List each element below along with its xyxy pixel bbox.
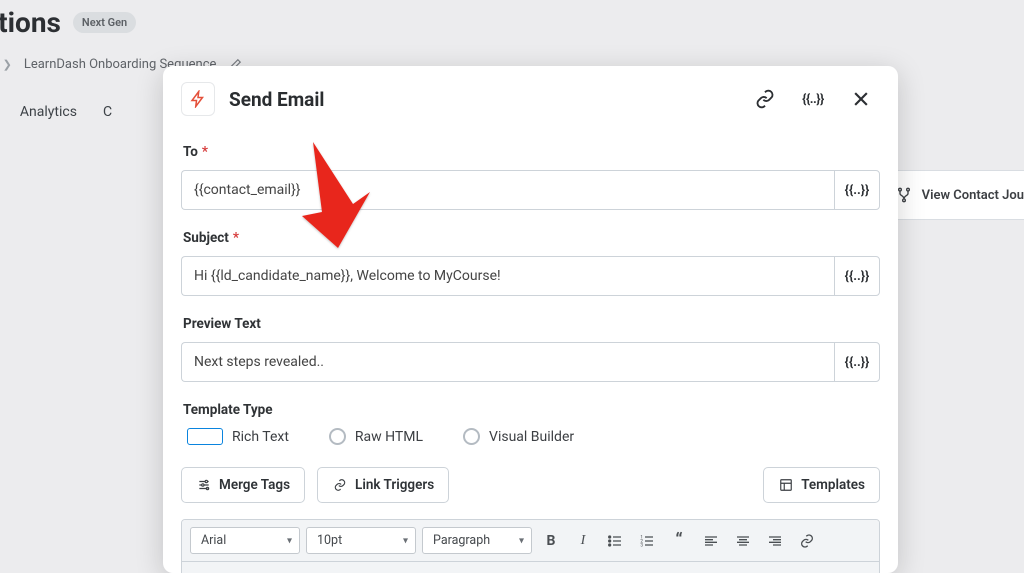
template-type-label: Template Type xyxy=(183,402,880,418)
link-icon xyxy=(332,478,347,493)
tab-c[interactable]: C xyxy=(103,104,112,133)
radio-raw-html[interactable]: Raw HTML xyxy=(329,428,423,445)
unlink-icon[interactable] xyxy=(190,567,216,573)
subject-input[interactable] xyxy=(181,256,834,296)
view-contact-journey-label: View Contact Jou xyxy=(922,188,1024,203)
code-icon[interactable] xyxy=(318,567,344,573)
to-merge-button[interactable]: {{..}} xyxy=(834,170,880,210)
subject-label: Subject* xyxy=(183,230,880,246)
align-center-icon[interactable] xyxy=(730,528,756,554)
bullet-list-icon[interactable] xyxy=(602,528,628,554)
svg-text:3: 3 xyxy=(640,542,643,548)
merge-tags-button[interactable]: Merge Tags xyxy=(181,467,305,503)
insert-link-icon[interactable] xyxy=(794,528,820,554)
bold-icon[interactable]: B xyxy=(538,528,564,554)
page-header: tomations Next Gen xyxy=(0,0,1024,49)
align-right-icon[interactable] xyxy=(762,528,788,554)
preview-text-label: Preview Text xyxy=(183,316,880,332)
layout-icon xyxy=(778,478,793,493)
italic-icon[interactable]: I xyxy=(570,528,596,554)
modal-body: To* {{..}} Subject* {{..}} Preview Text … xyxy=(163,134,898,573)
editor-toolbar-row-2 xyxy=(182,562,879,573)
next-gen-badge: Next Gen xyxy=(73,12,136,33)
modal-title: Send Email xyxy=(229,88,324,111)
font-size-select[interactable]: 10pt xyxy=(306,527,416,554)
view-contact-journey-button[interactable]: View Contact Jou xyxy=(881,170,1024,220)
subject-merge-button[interactable]: {{..}} xyxy=(834,256,880,296)
link-triggers-button[interactable]: Link Triggers xyxy=(317,467,449,503)
modal-header: Send Email {{..}} xyxy=(163,66,898,134)
blockquote-icon[interactable]: “ xyxy=(666,528,692,554)
radio-icon xyxy=(463,428,480,445)
block-format-select[interactable]: Paragraph xyxy=(422,527,532,554)
chevron-right-icon: ❯ xyxy=(3,58,12,71)
close-icon[interactable] xyxy=(848,86,874,112)
page-title: tomations xyxy=(0,6,61,39)
template-type-radios: Rich Text Raw HTML Visual Builder xyxy=(187,428,880,445)
templates-button[interactable]: Templates xyxy=(763,467,880,503)
font-family-select[interactable]: Arial xyxy=(190,527,300,554)
rich-text-editor: Arial 10pt Paragraph B I 123 “ xyxy=(181,519,880,573)
link-icon[interactable] xyxy=(752,86,778,112)
to-input[interactable] xyxy=(181,170,834,210)
tab-analytics[interactable]: Analytics xyxy=(20,104,77,133)
merge-tags-icon[interactable]: {{..}} xyxy=(800,86,826,112)
radio-icon xyxy=(187,428,223,445)
lightning-icon xyxy=(181,82,215,116)
radio-rich-text[interactable]: Rich Text xyxy=(187,428,289,445)
branch-icon xyxy=(896,187,912,203)
media-icon[interactable] xyxy=(254,567,280,573)
preview-merge-button[interactable]: {{..}} xyxy=(834,342,880,382)
preview-text-input[interactable] xyxy=(181,342,834,382)
numbered-list-icon[interactable]: 123 xyxy=(634,528,660,554)
align-left-icon[interactable] xyxy=(698,528,724,554)
editor-toolbar: Arial 10pt Paragraph B I 123 “ xyxy=(182,520,879,562)
table-icon[interactable] xyxy=(286,567,312,573)
send-email-modal: Send Email {{..}} To* {{..}} Subject* {{… xyxy=(163,66,898,573)
image-icon[interactable] xyxy=(222,567,248,573)
radio-icon xyxy=(329,428,346,445)
to-label: To* xyxy=(183,144,880,160)
sliders-icon xyxy=(196,478,211,493)
radio-visual-builder[interactable]: Visual Builder xyxy=(463,428,574,445)
